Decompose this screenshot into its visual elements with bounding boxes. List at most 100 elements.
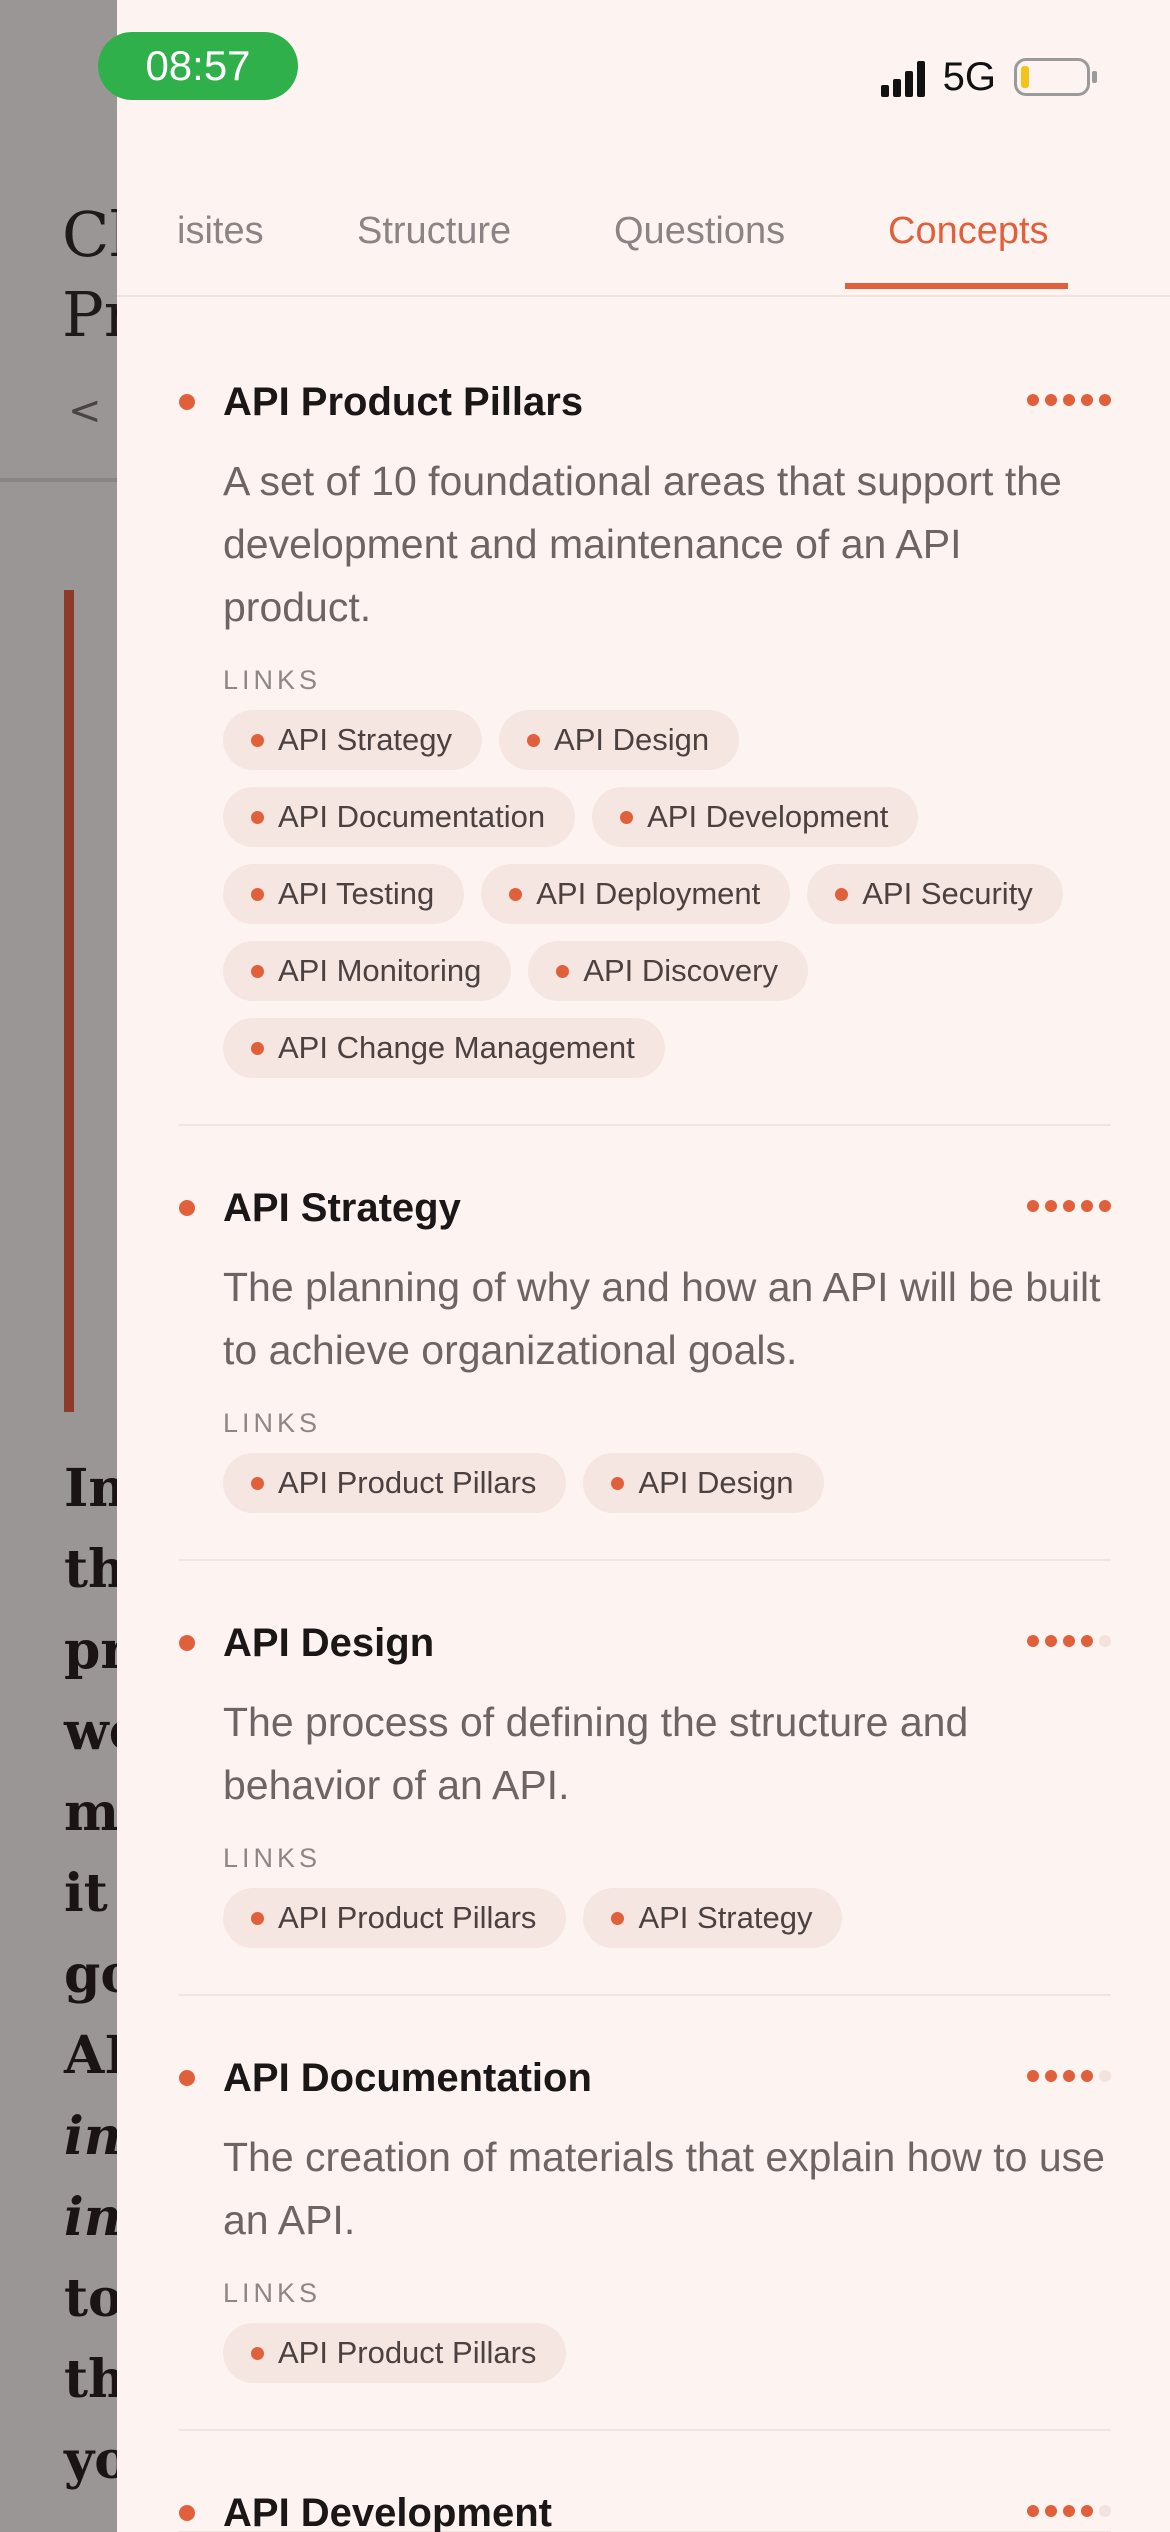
link-chip-label: API Product Pillars xyxy=(278,1900,537,1935)
concept-item[interactable]: API Design The process of defining the st… xyxy=(179,1601,1111,1996)
link-chip-list: API Product Pillars xyxy=(223,2323,1103,2383)
link-dot-icon xyxy=(556,964,570,978)
link-chip-label: API Monitoring xyxy=(278,953,482,988)
link-chip[interactable]: API Product Pillars xyxy=(223,1453,567,1513)
concept-header: API Strategy xyxy=(179,1166,1111,1230)
link-dot-icon xyxy=(611,1911,625,1925)
tab-prerequisites[interactable]: isites xyxy=(177,195,264,291)
network-label: 5G xyxy=(942,54,996,99)
link-chip-label: API Discovery xyxy=(583,953,778,988)
concept-description: The planning of why and how an API will … xyxy=(223,1264,1101,1373)
concept-header: API Documentation xyxy=(179,2036,1111,2100)
rating-dot-icon xyxy=(1045,2505,1057,2517)
link-chip[interactable]: API Deployment xyxy=(481,864,791,924)
concept-header: API Product Pillars xyxy=(179,360,1111,424)
concept-item[interactable]: API Strategy The planning of why and how … xyxy=(179,1166,1111,1561)
concept-title: API Documentation xyxy=(223,2056,592,2100)
importance-rating xyxy=(1027,2505,1111,2517)
link-chip-label: API Product Pillars xyxy=(278,1465,537,1500)
rating-dot-icon xyxy=(1045,1635,1057,1647)
link-dot-icon xyxy=(251,2346,264,2360)
links-label: LINKS xyxy=(223,2278,322,2308)
rating-dot-icon xyxy=(1027,2505,1039,2517)
rating-dot-icon xyxy=(1045,2070,1057,2082)
link-chip-label: API Strategy xyxy=(278,722,453,757)
link-dot-icon xyxy=(509,887,523,901)
link-chip-label: API Testing xyxy=(278,876,435,911)
rating-dot-icon xyxy=(1081,394,1093,406)
importance-rating xyxy=(1027,1635,1111,1647)
rating-dot-icon xyxy=(1081,1635,1093,1647)
link-chip[interactable]: API Change Management xyxy=(223,1018,665,1078)
status-time: 08:57 xyxy=(98,32,298,100)
link-chip[interactable]: API Monitoring xyxy=(223,941,512,1001)
link-dot-icon xyxy=(251,810,264,824)
concept-title: API Strategy xyxy=(223,1186,461,1230)
concept-description: A set of 10 foundational areas that supp… xyxy=(223,458,1062,630)
rating-dot-icon xyxy=(1027,394,1039,406)
link-chip-label: API Security xyxy=(862,876,1033,911)
tab-questions[interactable]: Questions xyxy=(614,195,785,291)
tab-concepts[interactable]: Concepts xyxy=(888,195,1049,291)
rating-dot-icon xyxy=(1081,1200,1093,1212)
concept-item[interactable]: API Product Pillars A set of 10 foundatio… xyxy=(179,360,1111,1126)
link-chip[interactable]: API Product Pillars xyxy=(223,1888,567,1948)
link-chip[interactable]: API Development xyxy=(592,787,919,847)
rating-dot-icon xyxy=(1027,2070,1039,2082)
link-dot-icon xyxy=(835,887,849,901)
concept-item[interactable]: API Development xyxy=(179,2471,1111,2532)
rating-dot-icon xyxy=(1027,1635,1039,1647)
concept-bullet-icon xyxy=(179,2505,195,2521)
link-chip[interactable]: API Security xyxy=(807,864,1063,924)
link-chip-label: API Documentation xyxy=(278,799,546,834)
link-chip[interactable]: API Strategy xyxy=(223,710,483,770)
link-chip[interactable]: API Strategy xyxy=(583,1888,843,1948)
rating-dot-icon xyxy=(1081,2505,1093,2517)
link-dot-icon xyxy=(251,1911,264,1925)
rating-dot-icon xyxy=(1099,2070,1111,2082)
link-chip[interactable]: API Design xyxy=(499,710,740,770)
links-label: LINKS xyxy=(223,665,322,695)
rating-dot-icon xyxy=(1099,394,1111,406)
importance-rating xyxy=(1027,2070,1111,2082)
rating-dot-icon xyxy=(1099,1635,1111,1647)
link-dot-icon xyxy=(251,1476,264,1490)
concept-bullet-icon xyxy=(179,394,195,410)
rating-dot-icon xyxy=(1081,2070,1093,2082)
rating-dot-icon xyxy=(1045,1200,1057,1212)
importance-rating xyxy=(1027,394,1111,406)
concept-item[interactable]: API Documentation The creation of materia… xyxy=(179,2036,1111,2431)
concept-description: The creation of materials that explain h… xyxy=(223,2134,1105,2243)
link-chip[interactable]: API Design xyxy=(583,1453,824,1513)
rating-dot-icon xyxy=(1027,1200,1039,1212)
link-dot-icon xyxy=(620,810,634,824)
concept-title: API Development xyxy=(223,2491,552,2532)
tab-structure[interactable]: Structure xyxy=(357,195,511,291)
concept-list: API Product Pillars A set of 10 foundatio… xyxy=(179,360,1111,2532)
link-chip[interactable]: API Product Pillars xyxy=(223,2323,567,2383)
active-tab-indicator xyxy=(845,283,1068,289)
link-chip[interactable]: API Testing xyxy=(223,864,465,924)
links-label: LINKS xyxy=(223,1408,322,1438)
rating-dot-icon xyxy=(1063,2505,1075,2517)
link-chip-label: API Deployment xyxy=(536,876,761,911)
rating-dot-icon xyxy=(1099,1200,1111,1212)
link-chip-list: API Strategy API Design API Documentation A… xyxy=(223,710,1103,1078)
blockquote-bar xyxy=(64,590,74,1412)
rating-dot-icon xyxy=(1063,2070,1075,2082)
link-dot-icon xyxy=(527,733,541,747)
rating-dot-icon xyxy=(1099,2505,1111,2517)
link-dot-icon xyxy=(251,964,264,978)
link-chip-label: API Design xyxy=(638,1465,794,1500)
battery-icon xyxy=(1014,58,1097,96)
rating-dot-icon xyxy=(1063,394,1075,406)
link-chip-label: API Product Pillars xyxy=(278,2335,537,2370)
links-label: LINKS xyxy=(223,1843,322,1873)
concept-bullet-icon xyxy=(179,2070,195,2086)
link-chip-label: API Change Management xyxy=(278,1030,635,1065)
rating-dot-icon xyxy=(1063,1635,1075,1647)
concept-header: API Development xyxy=(179,2471,1111,2532)
link-chip[interactable]: API Documentation xyxy=(223,787,576,847)
concept-title: API Product Pillars xyxy=(223,380,584,424)
link-chip[interactable]: API Discovery xyxy=(528,941,808,1001)
